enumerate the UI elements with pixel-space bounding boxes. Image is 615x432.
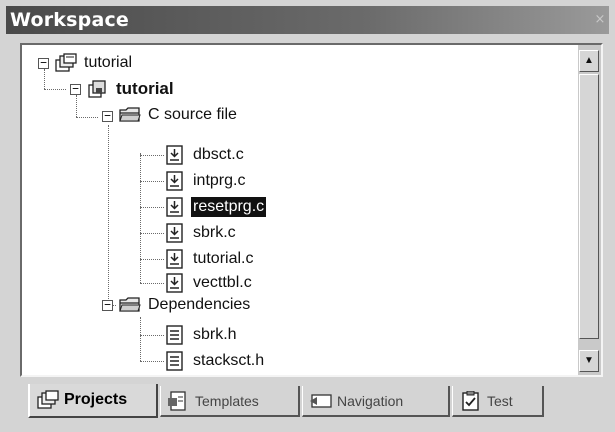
tree-node-label: tutorial.c (193, 250, 254, 267)
tab-test[interactable]: Test (452, 386, 544, 417)
collapse-toggle[interactable]: − (102, 299, 113, 311)
tab-label: Navigation (337, 392, 404, 409)
tree-connector (108, 125, 109, 305)
tree-connector (44, 89, 66, 90)
tree-connector (140, 317, 141, 361)
workspace-tab-bar: Projects Templates Navigation Test (20, 384, 603, 424)
collapse-toggle[interactable]: − (102, 110, 113, 122)
tree-node-c-source-folder[interactable]: C source file (119, 103, 239, 127)
tree-node-label: intprg.c (193, 172, 246, 189)
tree-node-file[interactable]: sbrk.c (164, 221, 238, 245)
tree-connector (140, 233, 164, 234)
tree-connector (140, 207, 164, 208)
c-file-icon (166, 197, 183, 217)
tree-node-file[interactable]: tutorial.c (164, 247, 255, 271)
templates-tab-icon (168, 390, 186, 411)
workspace-window: Workspace × − − − − tutorial tutorial C … (0, 0, 615, 432)
tree-node-file[interactable]: dbsct.c (164, 143, 246, 167)
title-bar[interactable]: Workspace × (6, 6, 609, 34)
header-file-icon (166, 351, 183, 371)
tree-node-dependencies-folder[interactable]: Dependencies (119, 293, 252, 317)
tree-connector (140, 259, 164, 260)
tree-node-file[interactable]: sbrk.h (164, 323, 239, 347)
collapse-toggle[interactable]: − (70, 83, 81, 95)
folder-open-icon (119, 107, 141, 122)
window-title: Workspace (10, 9, 130, 31)
tree-connector (140, 181, 164, 182)
c-file-icon (166, 249, 183, 269)
tree-node-label: resetprg.c (191, 197, 267, 217)
tab-templates[interactable]: Templates (160, 386, 300, 417)
tab-projects[interactable]: Projects (28, 384, 158, 418)
c-file-icon (166, 223, 183, 243)
scroll-thumb[interactable] (579, 74, 599, 339)
collapse-toggle[interactable]: − (38, 57, 49, 69)
workspace-icon (55, 53, 77, 72)
tree-connector (140, 361, 164, 362)
tree-node-workspace[interactable]: tutorial (55, 51, 134, 75)
c-file-icon (166, 273, 183, 293)
scroll-up-button[interactable]: ▲ (579, 50, 599, 72)
header-file-icon (166, 325, 183, 345)
project-tree: − − − − tutorial tutorial C source file … (22, 45, 578, 375)
scroll-down-button[interactable]: ▼ (579, 350, 599, 372)
test-tab-icon (462, 390, 479, 411)
tab-label: Test (487, 392, 513, 409)
vertical-scrollbar[interactable]: ▲ ▼ (578, 45, 601, 375)
tree-node-label: C source file (148, 106, 237, 123)
tree-connector (140, 335, 164, 336)
project-tree-panel: − − − − tutorial tutorial C source file … (20, 43, 603, 377)
tab-label: Projects (64, 391, 128, 408)
tree-node-label: sbrk.h (193, 326, 237, 343)
folder-open-icon (119, 297, 141, 312)
tree-node-label: tutorial (84, 54, 133, 71)
tree-node-file[interactable]: stacksct.h (164, 349, 266, 373)
tree-node-label: sbrk.c (193, 224, 236, 241)
tree-connector (140, 155, 164, 156)
tree-connector (140, 153, 141, 283)
tree-node-label: dbsct.c (193, 146, 244, 163)
tree-node-file-selected[interactable]: resetprg.c (164, 195, 267, 219)
tree-node-file[interactable]: vecttbl.c (164, 271, 254, 295)
tree-node-file[interactable]: intprg.c (164, 169, 247, 193)
c-file-icon (166, 171, 183, 191)
tree-connector (76, 117, 98, 118)
tree-node-project[interactable]: tutorial (87, 77, 176, 101)
tab-label: Templates (195, 392, 259, 409)
tree-node-label: vecttbl.c (193, 274, 252, 291)
close-icon[interactable]: × (593, 12, 607, 27)
tree-node-label: tutorial (116, 79, 174, 98)
tree-node-label: Dependencies (148, 296, 251, 313)
tree-node-label: stacksct.h (193, 352, 265, 369)
tree-connector (140, 283, 164, 284)
projects-tab-icon (37, 390, 59, 409)
tree-connector (44, 69, 45, 89)
tree-connector (76, 95, 77, 117)
navigation-tab-icon (310, 393, 332, 408)
project-icon (88, 80, 106, 98)
tab-navigation[interactable]: Navigation (302, 386, 450, 417)
c-file-icon (166, 145, 183, 165)
